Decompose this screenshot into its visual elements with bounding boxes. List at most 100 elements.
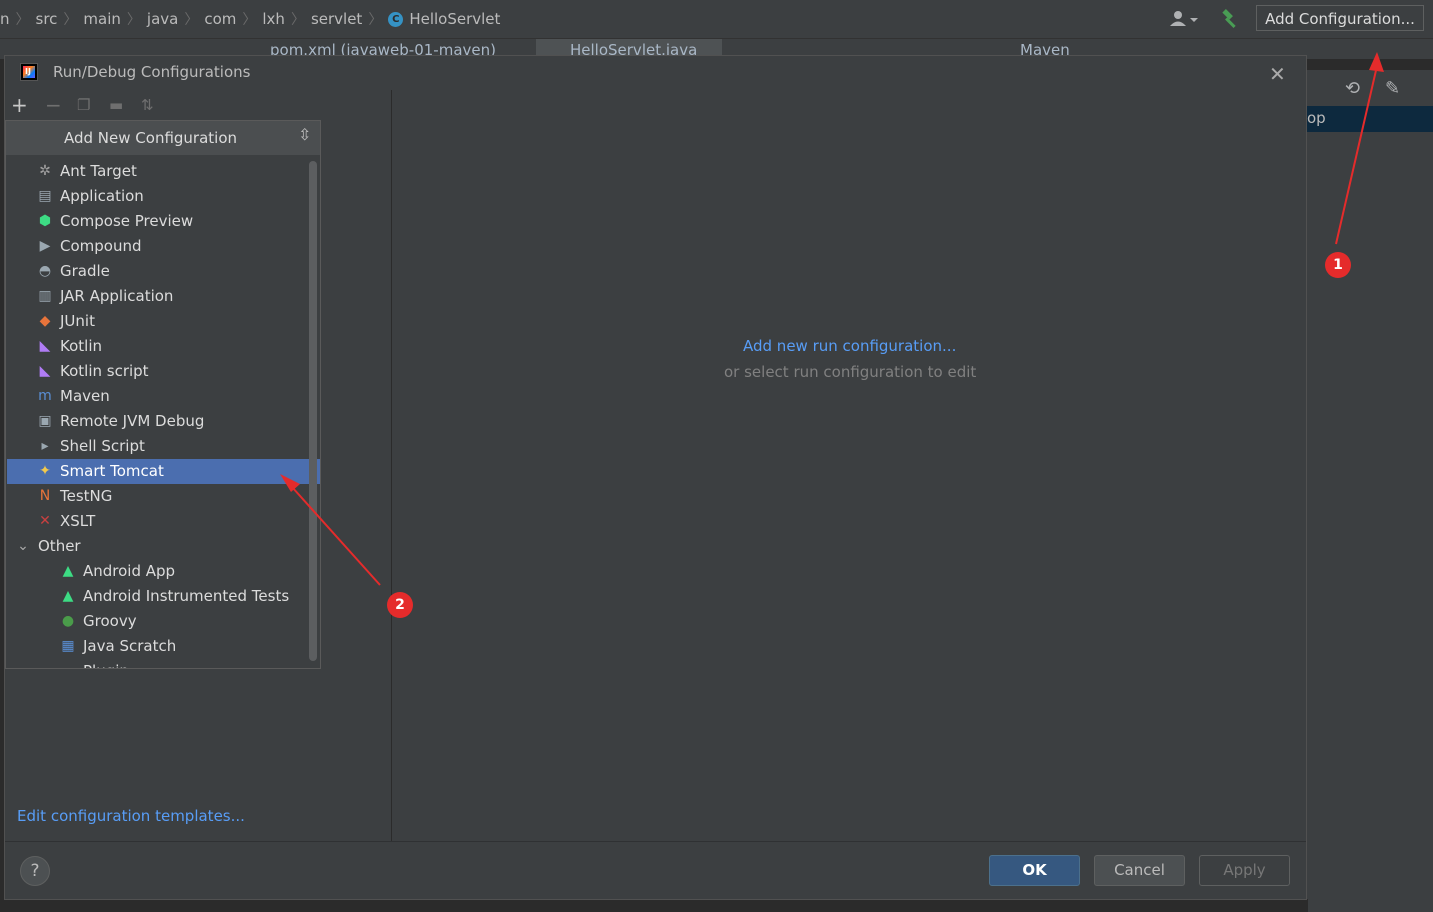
remove-icon[interactable]: −: [45, 93, 62, 117]
edit-templates-link[interactable]: Edit configuration templates...: [17, 807, 245, 825]
config-type-item[interactable]: ◣ Kotlin script: [7, 359, 320, 384]
config-type-item[interactable]: ▤ Application: [7, 184, 320, 209]
build-hammer-icon[interactable]: [1220, 8, 1242, 30]
config-type-label: JUnit: [60, 312, 95, 330]
config-type-label: TestNG: [60, 487, 113, 505]
config-type-label: Gradle: [60, 262, 110, 280]
help-button[interactable]: ?: [20, 856, 50, 886]
copy-icon[interactable]: ❐: [77, 96, 90, 114]
config-type-item[interactable]: ▰ Plugin: [7, 659, 320, 668]
chevron-down-icon: ⌄: [17, 538, 29, 554]
config-type-item[interactable]: ◆ JUnit: [7, 309, 320, 334]
chevron-right-icon: 〉: [63, 12, 78, 28]
kotlin-script-icon: ◣: [39, 363, 51, 379]
tree-row-label: op: [1307, 109, 1326, 127]
close-icon[interactable]: ✕: [1269, 62, 1286, 86]
collapse-all-icon[interactable]: ⇳: [298, 125, 311, 144]
compose-icon: ⬢: [38, 213, 52, 229]
config-type-item[interactable]: ◓ Gradle: [7, 259, 320, 284]
config-type-item[interactable]: ▥ JAR Application: [7, 284, 320, 309]
editor-background: [255, 899, 1308, 912]
popup-header: Add New Configuration ⇳: [6, 121, 320, 155]
config-type-item[interactable]: ▲ Android Instrumented Tests: [7, 584, 320, 609]
config-type-label: Maven: [60, 387, 110, 405]
config-type-item[interactable]: ▲ Android App: [7, 559, 320, 584]
dialog-title: Run/Debug Configurations: [53, 63, 251, 81]
popup-title: Add New Configuration: [64, 129, 238, 147]
chevron-right-icon: 〉: [242, 12, 257, 28]
config-type-label: Android App: [83, 562, 176, 580]
config-type-item[interactable]: ✲ Ant Target: [7, 159, 320, 184]
config-type-item[interactable]: ▶ Compound: [7, 234, 320, 259]
dialog-footer-divider: [5, 841, 1306, 842]
split-divider[interactable]: [391, 90, 392, 841]
android-icon: ▲: [62, 563, 74, 579]
user-menu-icon[interactable]: [1168, 9, 1202, 29]
breadcrumb-item[interactable]: src: [36, 10, 58, 28]
groovy-icon: ●: [61, 613, 75, 629]
scrollbar[interactable]: [309, 161, 317, 661]
config-type-item[interactable]: N TestNG: [7, 484, 320, 509]
config-type-label: Compose Preview: [60, 212, 194, 230]
breadcrumb-class[interactable]: HelloServlet: [409, 10, 500, 28]
chevron-right-icon: 〉: [184, 12, 199, 28]
remote-debug-icon: ▣: [38, 413, 52, 429]
wrench-icon[interactable]: ✎: [1385, 78, 1400, 99]
config-type-item[interactable]: ✕ XSLT: [7, 509, 320, 534]
maven-icon: m: [38, 388, 52, 404]
config-type-label: Ant Target: [60, 162, 137, 180]
tomcat-icon: ✦: [39, 463, 51, 479]
config-type-label: Smart Tomcat: [60, 462, 164, 480]
application-icon: ▤: [38, 188, 52, 204]
ant-icon: ✲: [39, 163, 51, 179]
config-type-label: Compound: [60, 237, 142, 255]
add-configuration-button[interactable]: Add Configuration...: [1256, 5, 1424, 31]
junit-icon: ◆: [39, 313, 51, 329]
config-type-item[interactable]: ✦ Smart Tomcat: [7, 459, 320, 484]
navigation-bar: n 〉 src 〉 main 〉 java 〉 com 〉 lxh 〉 servlet 〉 C…: [0, 0, 1433, 39]
config-type-item[interactable]: ⬢ Compose Preview: [7, 209, 320, 234]
chevron-right-icon: 〉: [290, 12, 305, 28]
add-icon[interactable]: +: [11, 93, 28, 117]
config-type-item[interactable]: ▣ Remote JVM Debug: [7, 409, 320, 434]
config-type-item[interactable]: ▦ Java Scratch: [7, 634, 320, 659]
chevron-right-icon: 〉: [126, 12, 141, 28]
add-new-run-configuration-link[interactable]: Add new run configuration...: [743, 337, 956, 355]
breadcrumb-item[interactable]: main: [83, 10, 120, 28]
kotlin-icon: ◣: [39, 338, 51, 354]
breadcrumb-item[interactable]: n: [0, 10, 10, 28]
intellij-logo-icon: [20, 63, 38, 81]
breadcrumb-item[interactable]: com: [204, 10, 236, 28]
configurations-toolbar: + − ❐ ▬ ⇅: [5, 90, 391, 120]
folder-icon[interactable]: ▬: [109, 96, 123, 114]
config-type-label: Shell Script: [60, 437, 145, 455]
config-type-item[interactable]: ● Groovy: [7, 609, 320, 634]
cancel-button[interactable]: Cancel: [1094, 855, 1185, 886]
dialog-title-bar: Run/Debug Configurations ✕: [5, 56, 1306, 90]
selected-tree-row[interactable]: op: [1307, 106, 1433, 132]
config-type-label: Java Scratch: [83, 637, 177, 655]
breadcrumb-item[interactable]: lxh: [262, 10, 285, 28]
execute-goal-icon[interactable]: ⟲: [1345, 78, 1360, 99]
config-type-label: Remote JVM Debug: [60, 412, 205, 430]
chevron-right-icon: 〉: [15, 12, 30, 28]
android-test-icon: ▲: [62, 588, 74, 604]
run-debug-configurations-dialog: Run/Debug Configurations ✕ + − ❐ ▬ ⇅ Add…: [4, 55, 1307, 900]
config-type-item[interactable]: ◣ Kotlin: [7, 334, 320, 359]
config-type-label: JAR Application: [60, 287, 174, 305]
jar-icon: ▥: [38, 288, 52, 304]
breadcrumb-item[interactable]: java: [147, 10, 178, 28]
config-type-label: Kotlin: [60, 337, 102, 355]
sort-icon[interactable]: ⇅: [141, 96, 154, 114]
maven-tool-window: ⟲ ✎: [1307, 70, 1433, 912]
config-type-item[interactable]: ▸ Shell Script: [7, 434, 320, 459]
apply-button[interactable]: Apply: [1199, 855, 1290, 886]
config-type-label: Other: [38, 537, 81, 555]
breadcrumb-item[interactable]: servlet: [311, 10, 362, 28]
config-type-item[interactable]: m Maven: [7, 384, 320, 409]
add-new-configuration-popup: Add New Configuration ⇳ ✲ Ant Target ▤ Appl…: [5, 120, 321, 669]
config-type-label: Android Instrumented Tests: [83, 587, 290, 605]
chevron-right-icon: 〉: [368, 12, 383, 28]
ok-button[interactable]: OK: [989, 855, 1080, 886]
tree-group-other[interactable]: ⌄ Other: [7, 534, 320, 559]
